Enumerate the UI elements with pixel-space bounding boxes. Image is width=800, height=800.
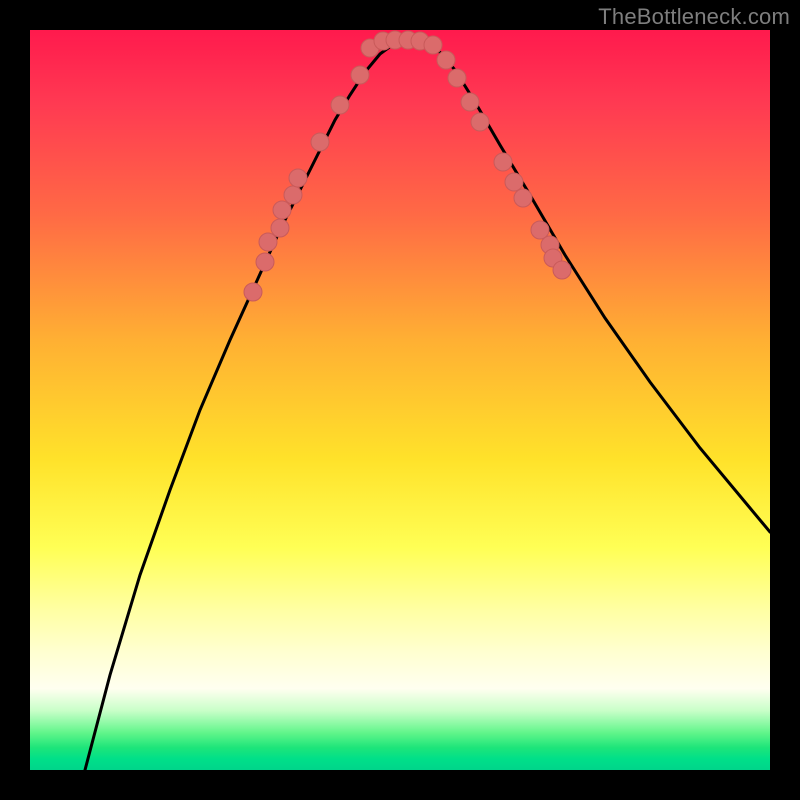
data-point xyxy=(494,153,512,171)
data-point xyxy=(505,173,523,191)
data-point xyxy=(461,93,479,111)
data-markers xyxy=(244,31,571,301)
data-point xyxy=(448,69,466,87)
chart-svg xyxy=(30,30,770,770)
data-point xyxy=(271,219,289,237)
watermark-text: TheBottleneck.com xyxy=(598,4,790,30)
data-point xyxy=(256,253,274,271)
data-point xyxy=(311,133,329,151)
bottleneck-curve xyxy=(85,41,770,770)
data-point xyxy=(244,283,262,301)
chart-frame: TheBottleneck.com xyxy=(0,0,800,800)
data-point xyxy=(351,66,369,84)
data-point xyxy=(471,113,489,131)
data-point xyxy=(331,96,349,114)
data-point xyxy=(437,51,455,69)
data-point xyxy=(284,186,302,204)
data-point xyxy=(553,261,571,279)
data-point xyxy=(273,201,291,219)
data-point xyxy=(289,169,307,187)
data-point xyxy=(259,233,277,251)
data-point xyxy=(424,36,442,54)
data-point xyxy=(514,189,532,207)
